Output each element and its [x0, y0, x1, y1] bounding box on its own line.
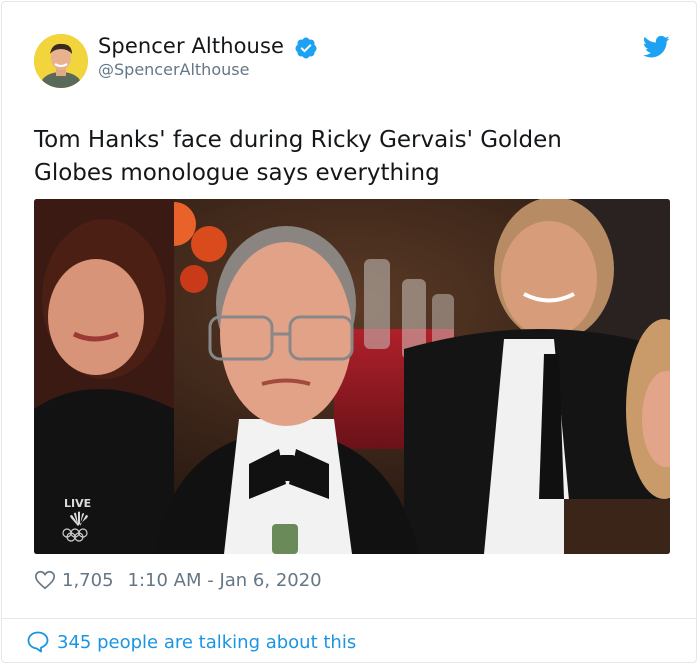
author-handle[interactable]: @SpencerAlthouse: [98, 60, 249, 79]
like-count[interactable]: 1,705: [62, 570, 114, 591]
tweet-timestamp[interactable]: 1:10 AM - Jan 6, 2020: [128, 570, 322, 591]
live-overlay-text: LIVE: [64, 497, 91, 510]
conversation-link[interactable]: 345 people are talking about this: [26, 628, 356, 656]
twitter-bird-icon[interactable]: [643, 35, 670, 59]
divider: [2, 618, 696, 619]
speech-bubble-icon: [27, 631, 49, 653]
avatar-image: [34, 34, 88, 88]
author-name[interactable]: Spencer Althouse: [98, 34, 284, 58]
tweet-meta: 1,705 1:10 AM - Jan 6, 2020: [34, 567, 322, 593]
golden-globes-photo: LIVE: [34, 199, 670, 554]
verified-badge-icon: [295, 37, 317, 59]
tweet-photo[interactable]: LIVE: [34, 199, 670, 554]
heart-icon[interactable]: [34, 569, 56, 591]
tweet-card: Spencer Althouse @SpencerAlthouse Tom Ha…: [1, 1, 697, 663]
conversation-label: 345 people are talking about this: [57, 631, 357, 653]
tweet-text: Tom Hanks' face during Ricky Gervais' Go…: [34, 127, 562, 186]
author-avatar[interactable]: [34, 34, 88, 88]
